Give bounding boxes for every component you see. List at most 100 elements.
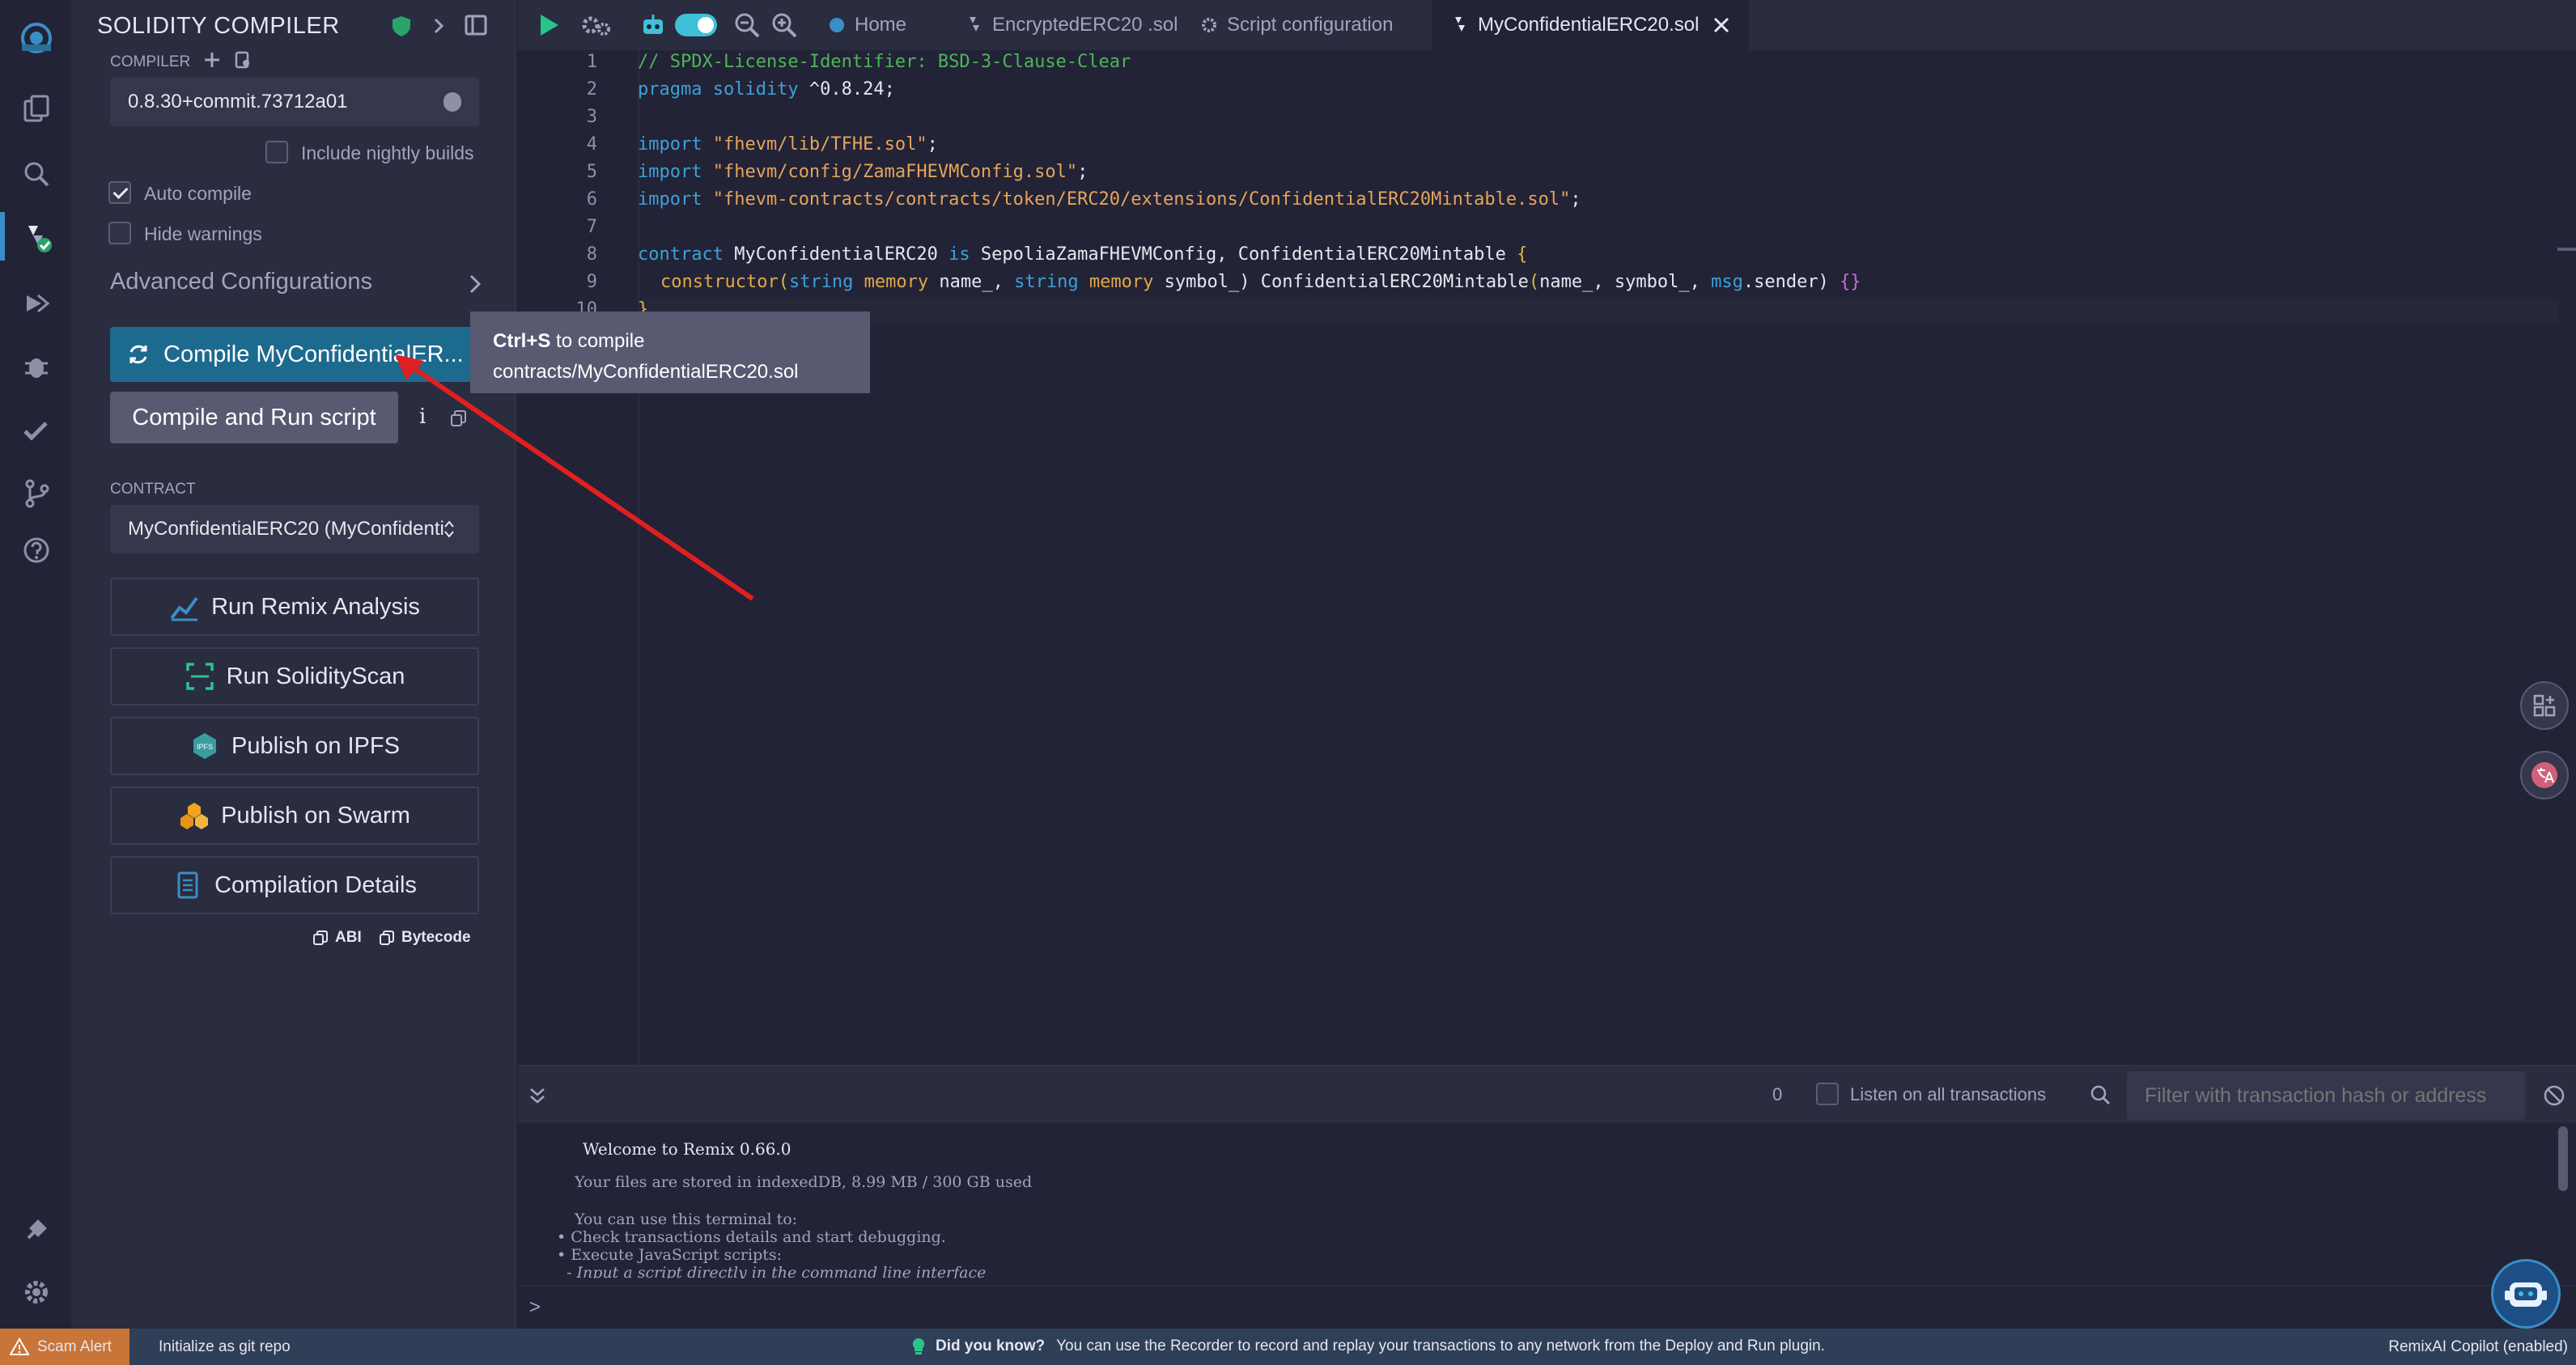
settings-gear-icon[interactable] (16, 1272, 57, 1312)
refresh-icon (129, 345, 147, 364)
hide-warnings-checkbox[interactable] (108, 222, 131, 244)
ai-robot-icon[interactable] (639, 11, 667, 39)
terminal-line: You can use this terminal to: (575, 1210, 798, 1228)
copy-bytecode-link[interactable]: Bytecode (379, 929, 471, 947)
icon-rail (0, 0, 73, 1329)
add-compiler-icon[interactable] (202, 50, 222, 70)
shield-icon[interactable] (391, 15, 412, 37)
compiler-label: COMPILER (110, 53, 191, 70)
auto-compile-checkbox[interactable] (108, 181, 131, 204)
copy-icon (313, 930, 328, 945)
clear-console-icon[interactable] (2543, 1084, 2565, 1107)
compilation-details-button[interactable]: Compilation Details (110, 856, 479, 914)
terminal-welcome: Welcome to Remix 0.66.0 (583, 1139, 791, 1159)
help-icon[interactable] (16, 530, 57, 570)
code-line: constructor(string memory name_, string … (660, 272, 1861, 292)
solidity-file-icon (1455, 17, 1465, 32)
unit-testing-icon[interactable] (16, 411, 57, 451)
init-git-link[interactable]: Initialize as git repo (159, 1338, 291, 1356)
code-line: pragma solidity ^0.8.24; (638, 79, 895, 100)
search-icon[interactable] (16, 154, 57, 194)
terminal-line: - Input a script directly in the command… (557, 1264, 987, 1278)
auto-compile-label: Auto compile (144, 183, 252, 204)
terminal-output[interactable]: Welcome to Remix 0.66.0 Your files are s… (518, 1123, 2576, 1285)
line-number: 3 (586, 107, 597, 127)
code-line: contract MyConfidentialERC20 is SepoliaZ… (638, 244, 1528, 265)
tab-home[interactable]: Home (809, 0, 924, 50)
did-you-know-tip: Did you know? You can use the Recorder t… (911, 1337, 1825, 1356)
include-nightly-checkbox[interactable] (265, 141, 288, 163)
toggle-panel-icon[interactable] (465, 15, 487, 36)
terminal-scrollbar[interactable] (2558, 1126, 2568, 1191)
run-script-icon[interactable] (534, 11, 562, 39)
scan-icon (185, 663, 214, 690)
translate-icon[interactable] (2520, 751, 2569, 799)
line-number: 2 (586, 79, 597, 100)
tab-encryptederc20[interactable]: EncryptedERC20 .sol (947, 0, 1195, 50)
solidity-compiler-panel: SOLIDITY COMPILER COMPILER 0.8.30+commit… (73, 0, 516, 1329)
apps-grid-icon[interactable] (2520, 681, 2569, 730)
publish-swarm-button[interactable]: Publish on Swarm (110, 786, 479, 845)
line-number: 8 (586, 244, 597, 265)
remix-logo-icon[interactable] (10, 11, 63, 65)
copy-abi-link[interactable]: ABI (312, 929, 362, 947)
terminal-line: • Execute JavaScript scripts: (557, 1246, 783, 1264)
remixai-copilot-status[interactable]: RemixAI Copilot (enabled) (2388, 1338, 2568, 1356)
editor-tab-bar: Home EncryptedERC20 .sol Script configur… (518, 0, 2576, 50)
scam-alert-button[interactable]: Scam Alert (0, 1329, 129, 1365)
script-settings-icon[interactable] (579, 11, 612, 39)
hide-warnings-label: Hide warnings (144, 223, 262, 244)
line-number: 9 (586, 272, 597, 292)
advanced-chevron-icon[interactable] (466, 273, 484, 295)
zoom-out-icon[interactable] (733, 11, 761, 39)
plugin-manager-icon[interactable] (16, 1210, 57, 1250)
tab-myconfidentialerc20[interactable]: MyConfidentialERC20.sol (1432, 0, 1750, 50)
terminal-prompt[interactable]: > (518, 1259, 2576, 1329)
terminal-line: Your files are stored in indexedDB, 8.99… (575, 1173, 1033, 1191)
debugger-icon[interactable] (16, 346, 57, 387)
code-line: // SPDX-License-Identifier: BSD-3-Clause… (638, 52, 1131, 72)
collapse-terminal-icon[interactable] (528, 1086, 547, 1105)
listen-all-label: Listen on all transactions (1850, 1084, 2047, 1104)
ai-toggle-switch[interactable] (675, 14, 717, 36)
panel-title: SOLIDITY COMPILER (97, 13, 340, 39)
svg-text:IPFS: IPFS (197, 743, 213, 751)
ipfs-icon: IPFS (193, 733, 217, 759)
transaction-filter-input[interactable] (2127, 1071, 2525, 1120)
active-indicator (0, 212, 5, 261)
compiler-version-select[interactable]: 0.8.30+commit.73712a01 (110, 78, 479, 126)
remix-home-icon (830, 18, 844, 32)
line-number: 4 (586, 134, 597, 155)
swarm-icon (180, 803, 209, 829)
line-number: 1 (586, 52, 597, 72)
terminal-line: • Check transactions details and start d… (557, 1228, 946, 1246)
current-line-highlight (641, 298, 2559, 325)
advanced-config-toggle[interactable]: Advanced Configurations (110, 269, 372, 295)
warning-icon (10, 1337, 29, 1355)
chevron-right-icon[interactable] (429, 16, 448, 36)
tab-script-configuration[interactable]: Script configuration (1182, 0, 1411, 50)
contract-label: CONTRACT (110, 481, 196, 498)
close-icon[interactable] (1712, 15, 1731, 35)
load-compiler-icon[interactable] (233, 50, 253, 70)
git-icon[interactable] (16, 473, 57, 514)
publish-ipfs-button[interactable]: IPFS Publish on IPFS (110, 717, 479, 775)
code-editor[interactable]: 1 2 3 4 5 6 7 8 9 10 // SPDX-License-Ide… (518, 50, 2576, 1065)
zoom-in-icon[interactable] (770, 11, 798, 39)
chart-line-icon (170, 596, 198, 621)
compile-run-script-button[interactable]: Compile and Run script (110, 392, 398, 443)
code-line: import "fhevm-contracts/contracts/token/… (638, 189, 1581, 210)
file-explorer-icon[interactable] (16, 89, 57, 129)
transaction-count: 0 (1772, 1084, 1783, 1104)
run-solidityscan-button[interactable]: Run SolidityScan (110, 647, 479, 706)
deploy-run-icon[interactable] (16, 283, 57, 324)
code-line: import "fhevm/config/ZamaFHEVMConfig.sol… (638, 162, 1089, 182)
gear-icon (1202, 18, 1216, 32)
copy-icon (380, 930, 394, 945)
search-icon[interactable] (2090, 1084, 2111, 1105)
remix-ide: SOLIDITY COMPILER COMPILER 0.8.30+commit… (0, 0, 2576, 1365)
solidity-compiler-icon[interactable] (16, 217, 57, 257)
remixai-assistant-icon[interactable] (2491, 1259, 2561, 1329)
line-number: 6 (586, 189, 597, 210)
listen-all-checkbox[interactable] (1816, 1083, 1839, 1105)
